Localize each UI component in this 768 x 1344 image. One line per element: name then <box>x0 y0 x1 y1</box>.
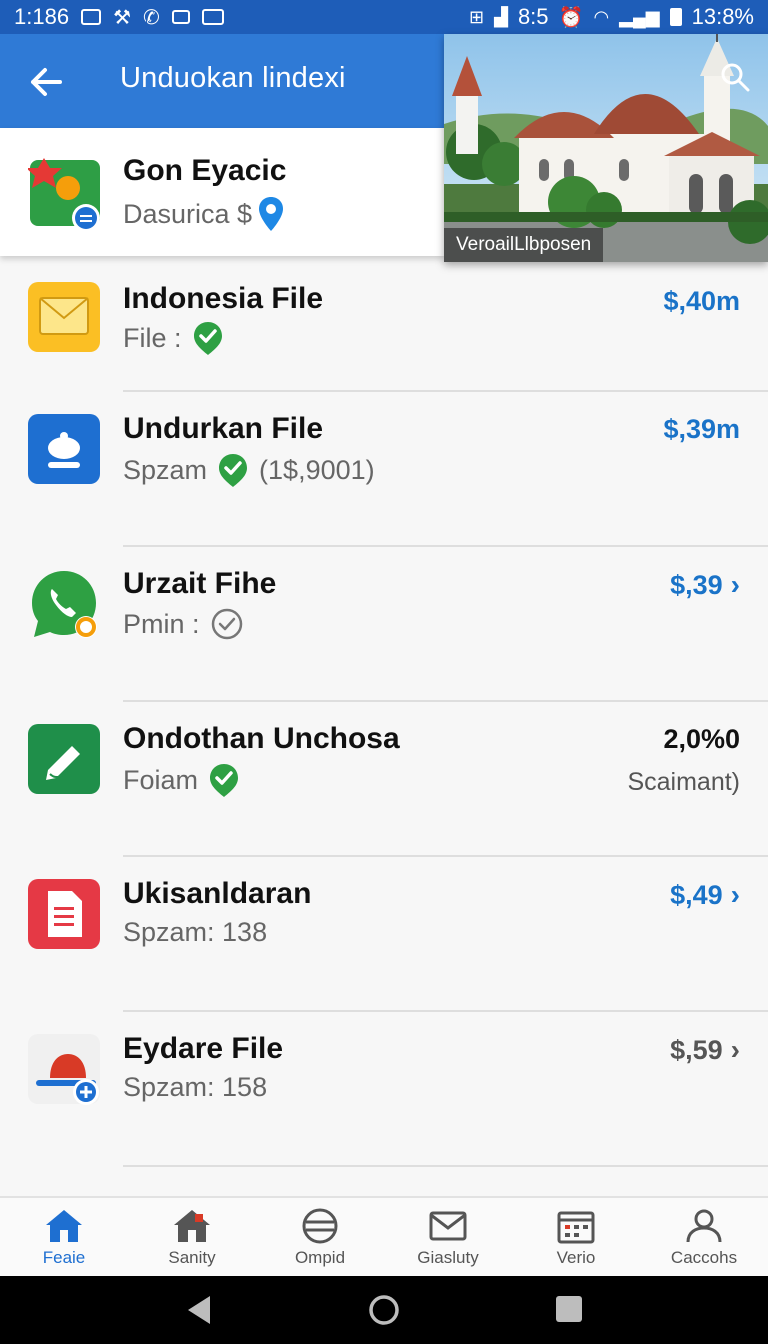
wifi-icon: ◠ <box>593 6 610 27</box>
signal-text: 8:5 <box>517 4 549 29</box>
nav-label: Giasluty <box>417 1248 479 1267</box>
folder-icon <box>28 282 100 359</box>
globe-icon <box>302 1208 338 1244</box>
notification-icon: ⊞ <box>469 6 485 27</box>
verified-check-icon <box>193 322 222 355</box>
house-icon <box>174 1210 210 1242</box>
square-recents-icon <box>556 1296 582 1322</box>
item-title: Undurkan File <box>123 412 324 445</box>
featured-item-card[interactable]: Gon Eyacic Dasurica $ <box>0 128 444 256</box>
list-item[interactable]: Urzait Fihe Pmin : $,39 › <box>0 547 768 702</box>
list-item[interactable]: Undurkan File Spzam (1$,9001) $,39m <box>0 392 768 547</box>
alarm-bell-icon <box>28 1034 102 1113</box>
item-title: Urzait Fihe <box>123 567 277 600</box>
photo-icon <box>201 9 224 25</box>
nav-item-sanity[interactable]: Sanity <box>128 1198 256 1276</box>
system-home-button[interactable] <box>368 1294 400 1331</box>
item-title: Indonesia File <box>123 282 324 315</box>
item-title: Ukisanldaran <box>123 877 312 910</box>
system-recents-button[interactable] <box>554 1294 584 1329</box>
item-price: $,59 <box>670 1034 723 1065</box>
system-back-button[interactable] <box>186 1294 214 1331</box>
chevron-right-icon[interactable]: › <box>731 569 740 601</box>
search-icon[interactable] <box>720 62 750 92</box>
edit-icon <box>28 724 100 801</box>
status-time: 1:186 <box>14 4 70 29</box>
item-title: Ondothan Unchosa <box>123 722 400 755</box>
phone-call-icon <box>28 569 100 646</box>
tv-icon <box>171 10 190 24</box>
chevron-right-icon[interactable]: › <box>731 1034 740 1066</box>
item-subtitle: File : <box>123 322 182 353</box>
verified-check-icon <box>219 454 248 487</box>
item-price: $,39m <box>663 414 740 444</box>
battery-text: 13:8% <box>691 4 754 29</box>
item-price: 2,0%0 <box>663 724 740 754</box>
item-extra: (1$,9001) <box>259 454 375 485</box>
featured-app-icon <box>26 158 102 237</box>
back-arrow-icon <box>31 68 62 96</box>
item-subtitle: Foiam <box>123 764 199 795</box>
system-navigation-bar <box>0 1276 768 1344</box>
nav-label: Ompid <box>294 1248 346 1267</box>
nav-item-caccohs[interactable]: Caccohs <box>640 1198 768 1276</box>
status-bar: 1:186 ⚒ ✆ ⊞ ▟ 8:5 ⏰ ◠ ▂▄▆ 13:8% <box>0 0 768 34</box>
location-pin-icon <box>259 197 284 231</box>
calendar-icon <box>557 1211 595 1244</box>
home-icon <box>46 1210 82 1242</box>
divider <box>123 1165 768 1167</box>
list-item[interactable]: Ukisanldaran Spzam: 138 $,49 › <box>0 857 768 1012</box>
back-button[interactable] <box>24 60 68 104</box>
square-icon <box>81 9 102 25</box>
phone-icon: ✆ <box>143 6 160 29</box>
person-icon <box>686 1209 722 1243</box>
bot-icon <box>28 414 100 491</box>
list-item[interactable]: Ondothan Unchosa Foiam 2,0%0 Scaimant) <box>0 702 768 857</box>
nav-label: Feaie <box>42 1248 86 1267</box>
signal-icon: ▟ <box>494 6 508 27</box>
featured-item-title: Gon Eyacic <box>123 154 287 187</box>
nav-item-giasluty[interactable]: Giasluty <box>384 1198 512 1276</box>
battery-icon <box>669 8 682 26</box>
item-subtitle: Spzam: 138 <box>123 917 268 947</box>
featured-item-subtitle: Dasurica $ <box>123 198 253 229</box>
item-price: $,39 <box>670 569 723 600</box>
item-subtitle: Pmin : <box>123 608 200 639</box>
nav-label: Sanity <box>168 1248 216 1267</box>
wrench-icon: ⚒ <box>113 6 131 29</box>
photo-caption: VeroailLlbposen <box>444 228 604 262</box>
list-item[interactable]: Eydare File Spzam: 158 $,59 › <box>0 1012 768 1167</box>
list-item[interactable]: Indonesia File File : $,40m <box>0 262 768 392</box>
chevron-right-icon[interactable]: › <box>731 879 740 911</box>
church-photo-thumbnail[interactable]: VeroailLlbposen <box>444 34 768 262</box>
bottom-navigation: Feaie Sanity Ompid Giasluty Verio Caccoh… <box>0 1196 768 1276</box>
verified-check-icon <box>210 764 239 797</box>
nav-label: Caccohs <box>670 1248 738 1267</box>
circle-home-icon <box>369 1295 399 1325</box>
document-icon <box>28 879 100 956</box>
nav-label: Verio <box>556 1248 596 1267</box>
page-title: Unduokan lindexi <box>120 62 346 94</box>
item-price-note: Scaimant) <box>627 768 740 796</box>
nav-item-home[interactable]: Feaie <box>0 1198 128 1276</box>
file-list: Indonesia File File : $,40m Undurkan Fil… <box>0 262 768 1167</box>
triangle-back-icon <box>188 1296 210 1324</box>
item-subtitle: Spzam: 158 <box>123 1072 268 1102</box>
item-title: Eydare File <box>123 1032 284 1065</box>
item-price: $,40m <box>663 286 740 316</box>
item-subtitle: Spzam <box>123 454 208 485</box>
item-price: $,49 <box>670 879 723 910</box>
cell-signal-icon: ▂▄▆ <box>619 6 660 27</box>
nav-item-ompid[interactable]: Ompid <box>256 1198 384 1276</box>
alarm-icon: ⏰ <box>558 6 584 29</box>
nav-item-verio[interactable]: Verio <box>512 1198 640 1276</box>
mail-icon <box>429 1211 467 1241</box>
outline-check-icon <box>211 608 242 640</box>
